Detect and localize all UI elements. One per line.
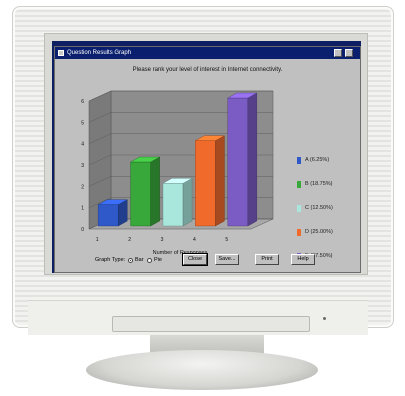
monitor-base: [86, 350, 318, 390]
legend-swatch-d: [297, 229, 301, 236]
drive-slot: [112, 316, 310, 332]
x-tick-label: 5: [225, 237, 228, 243]
y-tick-label: 3: [81, 163, 84, 169]
legend-label-c: C (12.50%): [305, 205, 333, 211]
bar-front: [97, 204, 119, 227]
help-button[interactable]: Help: [291, 254, 315, 265]
maximize-icon[interactable]: [345, 49, 353, 57]
y-tick-label: 2: [81, 184, 84, 190]
legend-label-b: B (18.75%): [305, 181, 333, 187]
legend-item-c: C (12.50%): [297, 203, 357, 213]
graph-type-label: Graph Type:: [95, 257, 126, 263]
bar-radio[interactable]: [128, 258, 133, 263]
x-tick-label: 2: [128, 237, 131, 243]
y-tick-label: 4: [81, 142, 84, 148]
legend-item-b: B (18.75%): [297, 179, 357, 189]
y-tick-label: 0: [81, 227, 84, 233]
x-tick-label: 4: [193, 237, 196, 243]
question-prompt: Please rank your level of interest in In…: [132, 67, 283, 73]
x-tick-label: 3: [161, 237, 164, 243]
x-tick-label: 1: [96, 237, 99, 243]
y-tick-label: 5: [81, 120, 84, 126]
save-button[interactable]: Save...: [215, 254, 239, 265]
y-tick-label: 1: [81, 206, 84, 212]
close-button[interactable]: Close: [182, 253, 208, 266]
power-led: [323, 317, 326, 320]
bar-front: [130, 161, 151, 227]
legend-swatch-a: [297, 157, 301, 164]
legend-label-d: D (25.00%): [305, 229, 333, 235]
bar-side: [215, 135, 225, 227]
legend-swatch-c: [297, 205, 301, 212]
bar-front: [195, 140, 216, 227]
bar-chart: 01234561 2 3 4 5Number of Responses: [81, 90, 274, 256]
bar-side: [247, 92, 258, 227]
legend-item-a: A (6.25%): [297, 155, 357, 165]
legend-swatch-b: [297, 181, 301, 188]
window-title: Question Results Graph: [67, 50, 132, 56]
bar-side: [150, 156, 160, 227]
pie-radio[interactable]: [147, 258, 152, 263]
results-window: Question Results Graph Please rank your …: [54, 46, 361, 273]
legend-item-d: D (25.00%): [297, 227, 357, 237]
bar-option-label[interactable]: Bar: [135, 257, 144, 263]
minimize-icon[interactable]: [334, 49, 342, 57]
print-button[interactable]: Print: [255, 254, 279, 265]
window-titlebar: Question Results Graph: [55, 47, 360, 59]
legend-label-a: A (6.25%): [305, 157, 330, 163]
bar-front: [162, 183, 184, 227]
graph-controls: Graph Type: Bar Pie Close Save... Print …: [55, 252, 360, 272]
y-tick-label: 6: [81, 99, 84, 105]
bar-front: [227, 97, 249, 227]
app-icon: [58, 50, 64, 56]
bar-side: [182, 177, 193, 227]
pie-option-label[interactable]: Pie: [154, 257, 162, 263]
